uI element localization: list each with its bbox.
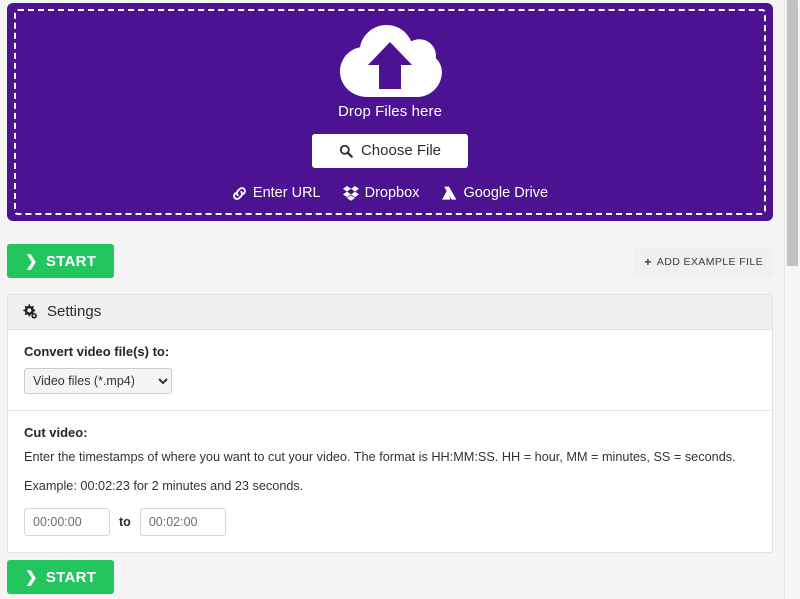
- vertical-scrollbar-track[interactable]: [784, 0, 800, 599]
- cut-video-example: Example: 00:02:23 for 2 minutes and 23 s…: [24, 478, 756, 495]
- add-example-file-button[interactable]: + ADD EXAMPLE FILE: [634, 248, 773, 276]
- action-bar-top: ❯ START + ADD EXAMPLE FILE: [7, 244, 773, 280]
- dropzone-dashed-area[interactable]: Drop Files here Choose File Enter URL: [14, 9, 766, 215]
- settings-title: Settings: [47, 303, 101, 320]
- choose-file-label: Choose File: [361, 143, 441, 158]
- cut-time-separator-label: to: [119, 515, 131, 529]
- google-drive-label: Google Drive: [463, 185, 548, 201]
- choose-file-button[interactable]: Choose File: [312, 134, 468, 168]
- enter-url-link[interactable]: Enter URL: [232, 185, 321, 201]
- start-button-bottom[interactable]: ❯ START: [7, 560, 114, 594]
- start-button-top[interactable]: ❯ START: [7, 244, 114, 278]
- start-button-top-label: START: [46, 253, 96, 270]
- page-content: Drop Files here Choose File Enter URL: [0, 0, 784, 599]
- cut-video-inputs-row: to: [24, 508, 756, 536]
- cloud-upload-icon: [338, 25, 442, 101]
- dropbox-link[interactable]: Dropbox: [343, 185, 420, 201]
- gears-icon: [22, 304, 39, 320]
- cut-start-time-input[interactable]: [24, 508, 110, 536]
- drop-files-label: Drop Files here: [338, 103, 442, 120]
- add-example-file-label: ADD EXAMPLE FILE: [657, 256, 763, 268]
- google-drive-link[interactable]: Google Drive: [441, 185, 548, 201]
- file-dropzone[interactable]: Drop Files here Choose File Enter URL: [7, 3, 773, 221]
- convert-format-select[interactable]: Video files (*.mp4): [24, 368, 172, 394]
- action-bar-bottom: ❯ START: [7, 560, 773, 596]
- settings-panel: Settings Convert video file(s) to: Video…: [7, 294, 773, 553]
- dropbox-icon: [343, 186, 359, 201]
- chevron-right-icon: ❯: [25, 568, 38, 586]
- settings-panel-body: Convert video file(s) to: Video files (*…: [8, 330, 772, 552]
- dropbox-label: Dropbox: [365, 185, 420, 201]
- cut-video-section: Cut video: Enter the timestamps of where…: [8, 410, 772, 552]
- plus-icon: +: [644, 255, 651, 269]
- search-icon: [339, 144, 353, 158]
- cut-end-time-input[interactable]: [140, 508, 226, 536]
- chevron-right-icon: ❯: [25, 252, 38, 270]
- enter-url-label: Enter URL: [253, 185, 321, 201]
- cut-video-description: Enter the timestamps of where you want t…: [24, 449, 756, 466]
- cut-video-label: Cut video:: [24, 425, 756, 440]
- link-icon: [232, 186, 247, 201]
- start-button-bottom-label: START: [46, 569, 96, 586]
- source-links-row: Enter URL Dropbox: [232, 185, 548, 201]
- convert-format-label: Convert video file(s) to:: [24, 344, 756, 359]
- settings-panel-header: Settings: [8, 295, 772, 330]
- vertical-scrollbar-thumb[interactable]: [787, 0, 798, 266]
- convert-format-section: Convert video file(s) to: Video files (*…: [8, 330, 772, 410]
- google-drive-icon: [441, 186, 457, 201]
